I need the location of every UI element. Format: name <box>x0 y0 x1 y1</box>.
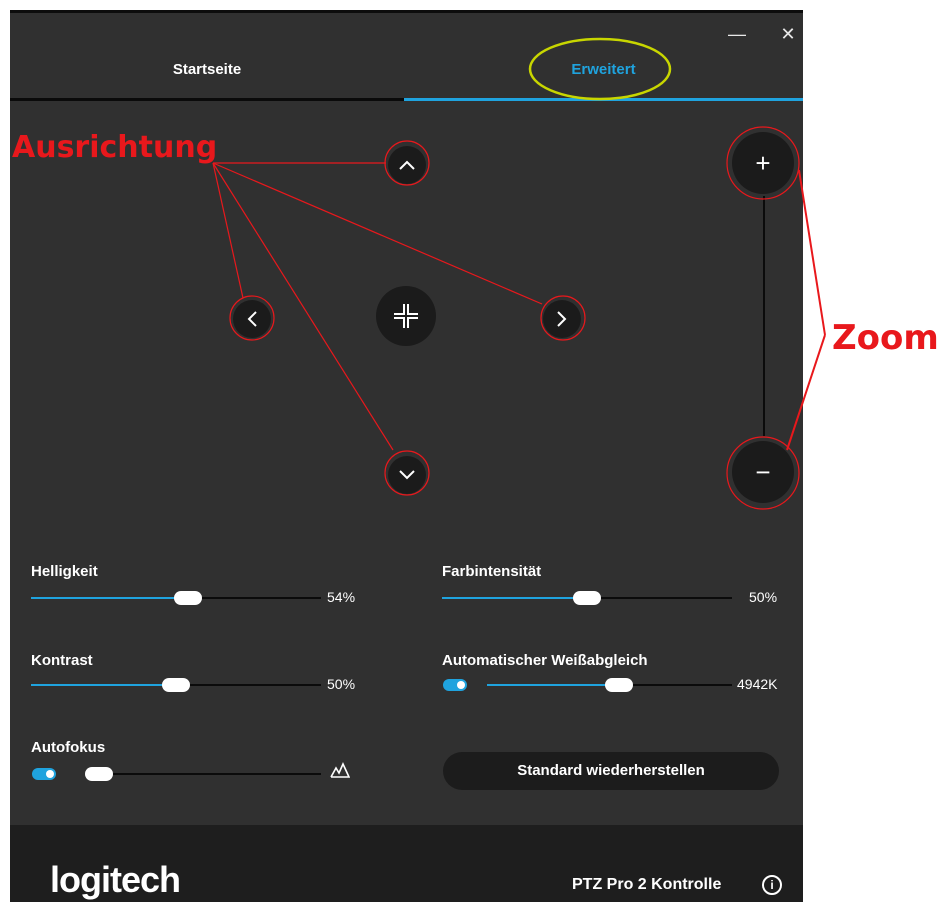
annotation-pan-label: Ausrichtung <box>12 130 218 165</box>
advanced-tab-highlight <box>528 37 672 101</box>
annotation-zoom-label: Zoom <box>832 318 939 358</box>
